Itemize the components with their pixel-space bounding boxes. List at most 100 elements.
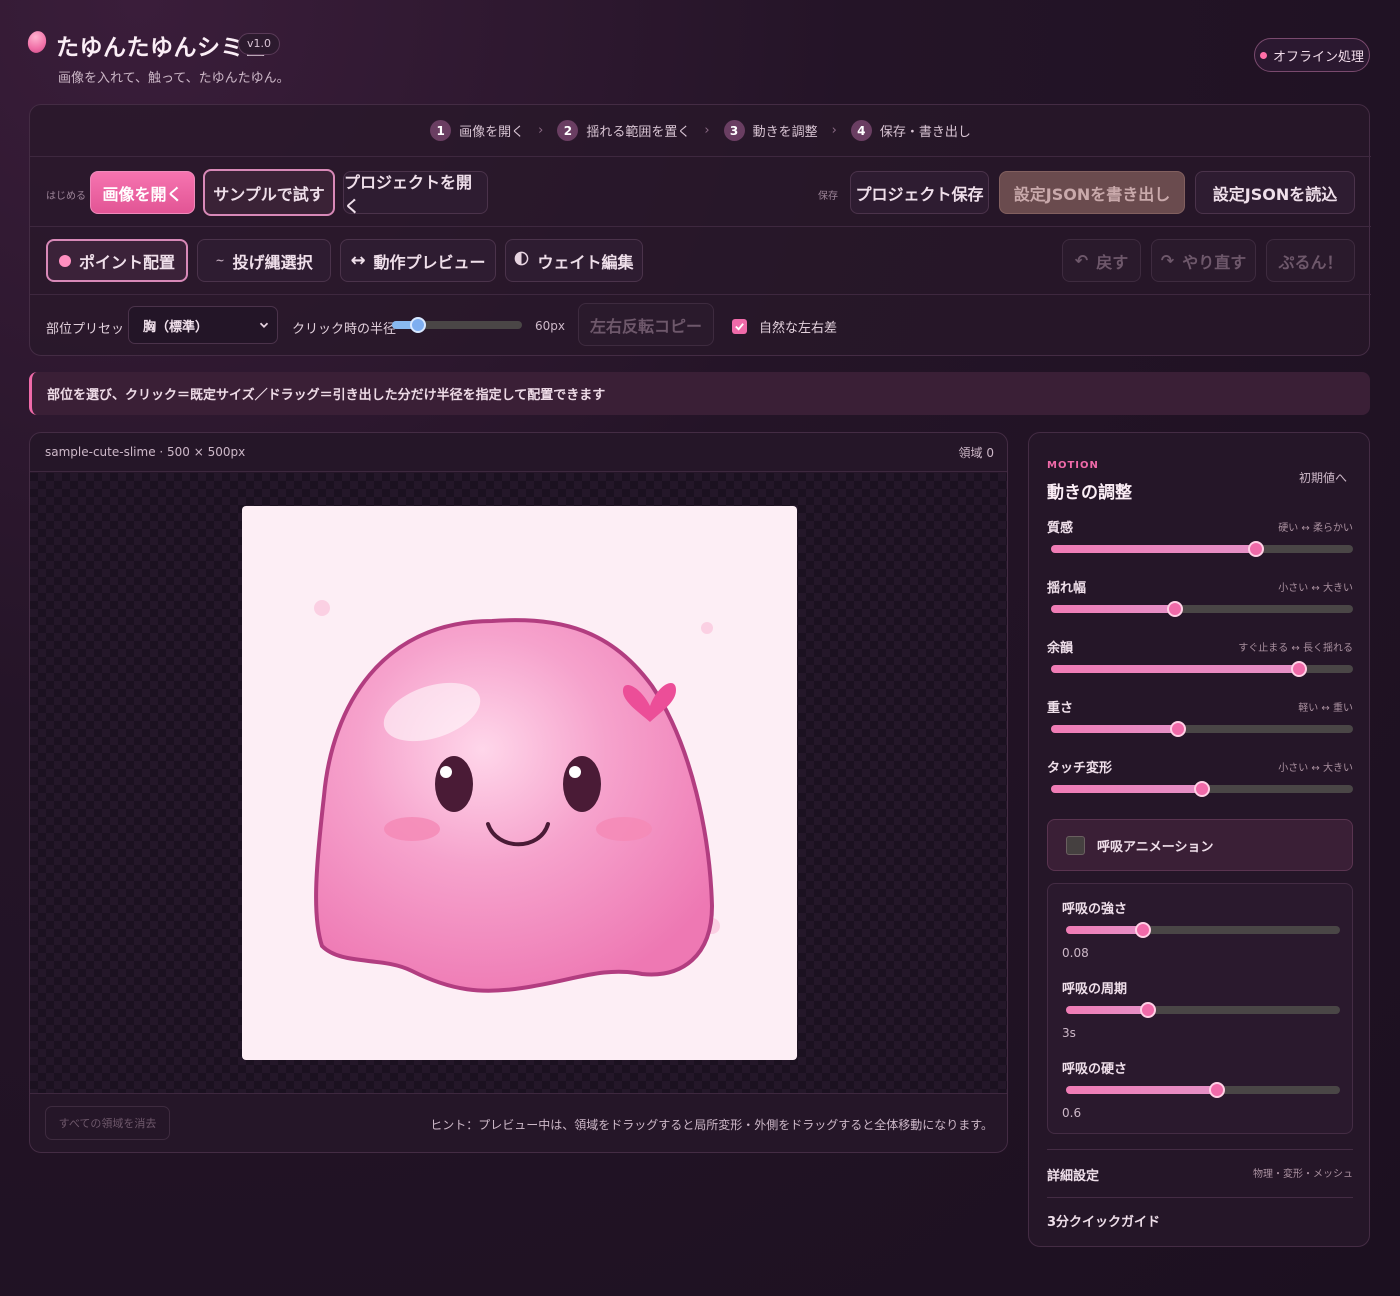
slider-thumb[interactable]: [1248, 541, 1265, 557]
try-sample-button[interactable]: サンプルで試す: [203, 169, 335, 216]
breath-strength: 呼吸の強さ 0.08: [1062, 898, 1340, 968]
slider-fill: [1051, 545, 1257, 553]
texture-slider[interactable]: [1051, 541, 1353, 557]
region-count: 領域 0: [958, 445, 994, 460]
export-json-button[interactable]: 設定JSONを書き出し: [999, 171, 1185, 214]
slider-fill: [1066, 1086, 1217, 1094]
hint-bar: 部位を選び、クリック＝既定サイズ／ドラッグ＝引き出した分だけ半径を指定して配置で…: [29, 372, 1370, 415]
motion-panel: MOTION 動きの調整 初期値へ 質感 硬い ↔ 柔らかい 揺れ幅 小さい ↔…: [1028, 432, 1370, 1247]
breath-strength-slider[interactable]: [1066, 922, 1340, 938]
param-amplitude: 揺れ幅 小さい ↔ 大きい: [1047, 577, 1353, 627]
undo-button[interactable]: ↶ 戻す: [1062, 239, 1141, 282]
radius-value: 60px: [535, 319, 565, 333]
step-2: 2 揺れる範囲を置く: [557, 120, 690, 141]
step-4: 4 保存・書き出し: [850, 120, 971, 141]
slider-thumb[interactable]: [1194, 781, 1210, 797]
radius-label: クリック時の半径: [292, 322, 397, 337]
open-project-button[interactable]: プロジェクトを開く: [343, 171, 488, 216]
point-icon: [58, 254, 71, 267]
status-dot-icon: [1259, 51, 1267, 59]
step-indicator: 1 画像を開く › 2 揺れる範囲を置く › 3 動きを調整 › 4 保存・書き…: [30, 105, 1371, 157]
param-afterglow: 余韻 すぐ止まる ↔ 長く揺れる: [1047, 637, 1353, 687]
slider-thumb[interactable]: [1134, 922, 1151, 938]
breath-settings: 呼吸の強さ 0.08 呼吸の周期 3s 呼吸の硬さ 0.6: [1047, 883, 1353, 1134]
step-1: 1 画像を開く: [430, 120, 524, 141]
quick-guide[interactable]: 3分クイックガイド: [1047, 1211, 1160, 1230]
afterglow-slider[interactable]: [1051, 661, 1353, 677]
slider-fill: [1051, 725, 1178, 733]
point-place-mode-button[interactable]: ポイント配置: [46, 239, 188, 282]
app-title: たゆんたゆんシミュ: [56, 35, 268, 61]
amplitude-slider[interactable]: [1051, 601, 1353, 617]
footer-hint: ヒント：プレビュー中は、領域をドラッグすると局所変形・外側をドラッグすると全体移…: [430, 1118, 993, 1132]
save-section-label: 保存: [818, 191, 838, 202]
slime-illustration: [314, 600, 720, 993]
canvas-panel: sample-cute-slime · 500 × 500px 領域 0 すべて…: [29, 432, 1008, 1153]
redo-button[interactable]: ↷ やり直す: [1151, 239, 1256, 282]
lasso-mode-button[interactable]: ~ 投げ縄選択: [197, 239, 331, 282]
touch-deform-slider[interactable]: [1051, 781, 1353, 797]
natural-diff-checkbox[interactable]: 自然な左右差: [732, 317, 837, 336]
breath-period: 呼吸の周期 3s: [1062, 978, 1340, 1048]
mirror-copy-button[interactable]: 左右反転コピー: [578, 303, 714, 346]
step-separator-icon: ›: [704, 123, 710, 138]
app-subtitle: 画像を入れて、触って、たゆんたゆん。: [58, 71, 290, 86]
checkbox-unchecked-icon[interactable]: [1066, 835, 1085, 855]
param-weight: 重さ 軽い ↔ 重い: [1047, 697, 1353, 747]
breath-period-slider[interactable]: [1066, 1002, 1340, 1018]
file-toolbar: はじめる 画像を開く サンプルで試す プロジェクトを開く 保存 プロジェクト保存…: [30, 157, 1371, 227]
reset-defaults-link[interactable]: 初期値へ: [1299, 469, 1347, 486]
slider-fill: [1066, 1006, 1149, 1014]
advanced-settings[interactable]: 詳細設定 物理・変形・メッシュ: [1047, 1163, 1353, 1187]
motion-title: 動きの調整: [1047, 483, 1132, 503]
save-project-button[interactable]: プロジェクト保存: [850, 171, 989, 214]
step-separator-icon: ›: [831, 123, 837, 138]
radius-slider[interactable]: [392, 317, 522, 333]
import-json-button[interactable]: 設定JSONを読込: [1195, 171, 1355, 214]
slider-fill: [1066, 926, 1143, 934]
preview-mode-button[interactable]: ↔ 動作プレビュー: [340, 239, 496, 282]
preset-label: 部位プリセット: [46, 322, 138, 337]
lasso-icon: ~: [215, 254, 225, 267]
weight-slider[interactable]: [1051, 721, 1353, 737]
slider-fill: [1051, 785, 1202, 793]
param-touch-deform: タッチ変形 小さい ↔ 大きい: [1047, 757, 1353, 807]
breath-stiffness: 呼吸の硬さ 0.6: [1062, 1058, 1340, 1128]
half-circle-icon: [514, 251, 529, 270]
canvas-stage[interactable]: [30, 473, 1007, 1093]
open-image-button[interactable]: 画像を開く: [90, 171, 195, 214]
chevron-down-icon: [259, 322, 269, 328]
offline-status-badge: オフライン処理: [1254, 38, 1370, 72]
app-logo-icon: [25, 29, 49, 55]
slider-thumb[interactable]: [1208, 1082, 1225, 1098]
radius-slider-thumb[interactable]: [410, 317, 426, 333]
control-panel: 1 画像を開く › 2 揺れる範囲を置く › 3 動きを調整 › 4 保存・書き…: [29, 104, 1371, 357]
slider-thumb[interactable]: [1169, 721, 1186, 737]
checkbox-checked-icon[interactable]: [732, 319, 747, 334]
clear-all-button[interactable]: すべての領域を消去: [45, 1106, 170, 1140]
canvas-header: sample-cute-slime · 500 × 500px 領域 0: [30, 433, 1007, 472]
breath-animation-toggle[interactable]: 呼吸アニメーション: [1047, 819, 1353, 871]
slime-image[interactable]: [242, 506, 797, 1060]
arrows-horizontal-icon: ↔: [350, 250, 366, 271]
step-separator-icon: ›: [538, 123, 544, 138]
offline-label: オフライン処理: [1272, 49, 1364, 65]
breath-stiffness-slider[interactable]: [1066, 1082, 1340, 1098]
slider-fill: [1051, 605, 1175, 613]
param-texture: 質感 硬い ↔ 柔らかい: [1047, 517, 1353, 567]
slider-thumb[interactable]: [1140, 1002, 1157, 1018]
weight-mode-button[interactable]: ウェイト編集: [505, 239, 643, 282]
preset-select[interactable]: 胸（標準）: [128, 306, 278, 344]
divider: [1047, 1149, 1353, 1150]
purun-button[interactable]: ぷるん！: [1266, 239, 1355, 282]
divider: [1047, 1197, 1353, 1198]
start-section-label: はじめる: [46, 191, 86, 202]
slider-fill: [1051, 665, 1299, 673]
step-3: 3 動きを調整: [723, 120, 818, 141]
slider-thumb[interactable]: [1290, 661, 1307, 677]
mode-toolbar: ポイント配置 ~ 投げ縄選択 ↔ 動作プレビュー ウェイト編集 ↶ 戻す ↷ や…: [30, 227, 1371, 295]
undo-icon: ↶: [1074, 251, 1089, 270]
slider-thumb[interactable]: [1166, 601, 1183, 617]
motion-tag: MOTION: [1047, 460, 1099, 471]
options-row: 部位プリセット 胸（標準） クリック時の半径 60px 左右反転コピー 自然な左…: [30, 295, 1371, 357]
